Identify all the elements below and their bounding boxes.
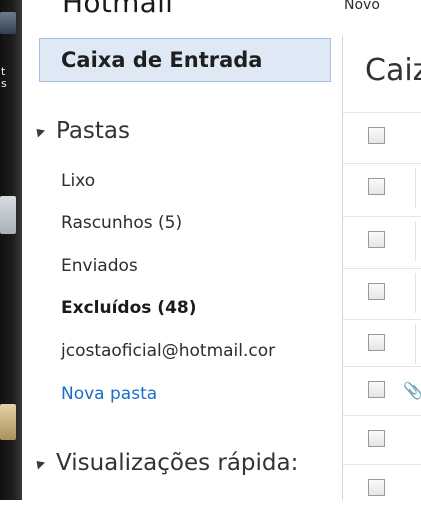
row-checkbox[interactable]: [368, 178, 385, 195]
folders-section-toggle[interactable]: Pastas: [32, 118, 131, 144]
row-divider: [415, 168, 416, 208]
folder-inbox[interactable]: Caixa de Entrada: [39, 38, 331, 82]
collapse-triangle-icon: [32, 456, 46, 470]
folder-deleted[interactable]: Excluídos (48): [61, 298, 197, 318]
collapse-triangle-icon: [32, 124, 46, 138]
folder-drafts[interactable]: Rascunhos (5): [61, 213, 182, 233]
message-row[interactable]: [343, 319, 421, 369]
desktop-thumbnail: [0, 12, 16, 34]
strip-text: t s: [1, 65, 7, 90]
select-all-checkbox[interactable]: [368, 127, 385, 144]
quick-views-section-label: Visualizações rápida:: [56, 450, 299, 476]
row-checkbox[interactable]: [368, 231, 385, 248]
desktop-thumbnail: [0, 196, 16, 234]
folder-sent[interactable]: Enviados: [61, 256, 138, 276]
inbox-label: Caixa de Entrada: [61, 48, 263, 72]
row-checkbox[interactable]: [368, 430, 385, 447]
new-button[interactable]: Novo: [344, 0, 380, 13]
pane-title: Caiz: [365, 53, 421, 88]
message-row[interactable]: [343, 112, 421, 162]
message-row[interactable]: [343, 216, 421, 266]
desktop-thumbnail: [0, 404, 16, 440]
folder-trash[interactable]: Lixo: [61, 171, 95, 191]
message-row[interactable]: [343, 268, 421, 318]
message-row[interactable]: [343, 163, 421, 213]
folders-section-label: Pastas: [56, 118, 131, 144]
folder-sidebar: Caixa de Entrada Pastas Lixo Rascunhos (…: [22, 0, 342, 500]
quick-views-section-toggle[interactable]: Visualizações rápida:: [32, 450, 299, 476]
row-divider: [415, 324, 416, 364]
message-row[interactable]: 📎: [343, 366, 421, 416]
row-divider: [415, 273, 416, 313]
message-list-pane: Caiz 📎: [342, 36, 421, 500]
message-row[interactable]: [343, 464, 421, 514]
adjacent-window-strip: t s: [0, 0, 22, 500]
row-checkbox[interactable]: [368, 283, 385, 300]
row-divider: [415, 221, 416, 261]
message-row[interactable]: [343, 415, 421, 465]
row-checkbox[interactable]: [368, 381, 385, 398]
row-checkbox[interactable]: [368, 334, 385, 351]
paperclip-icon: 📎: [403, 381, 421, 400]
new-folder-link[interactable]: Nova pasta: [61, 384, 157, 404]
folder-account[interactable]: jcostaoficial@hotmail.cor: [61, 341, 275, 361]
row-checkbox[interactable]: [368, 479, 385, 496]
